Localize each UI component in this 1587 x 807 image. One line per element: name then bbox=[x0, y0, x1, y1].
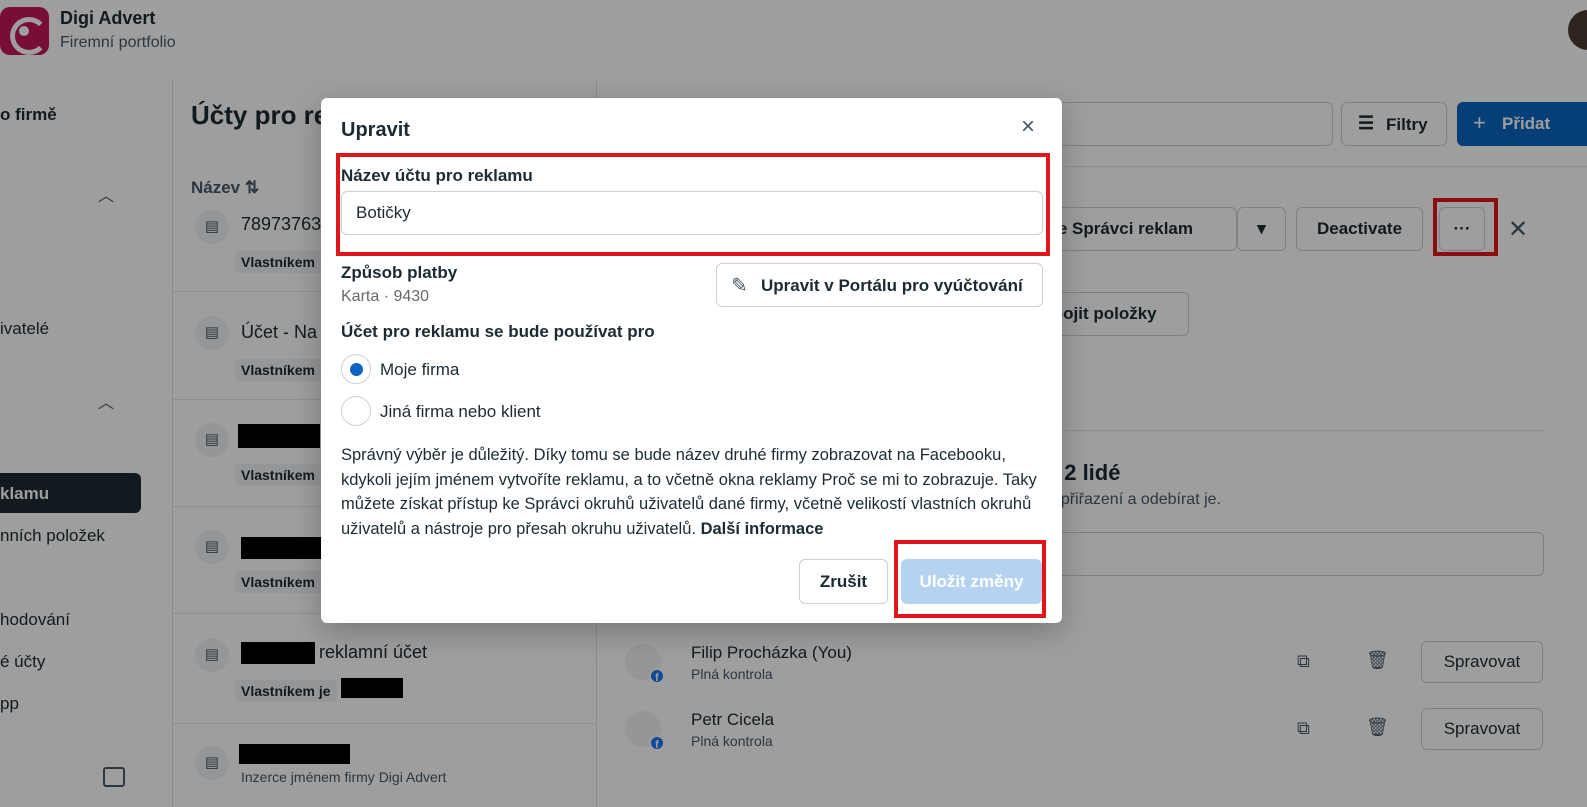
payment-method-label: Způsob platby bbox=[341, 263, 458, 282]
learn-more-link[interactable]: Další informace bbox=[701, 520, 824, 538]
billing-portal-label: Upravit v Portálu pro vyúčtování bbox=[761, 276, 1023, 295]
radio-other-business-label[interactable]: Jiná firma nebo klient bbox=[380, 402, 541, 422]
highlight-box bbox=[336, 153, 1050, 256]
billing-portal-button[interactable]: ✎ Upravit v Portálu pro vyúčtování bbox=[716, 263, 1043, 307]
radio-my-business[interactable] bbox=[341, 354, 371, 384]
payment-card: Karta · 9430 bbox=[341, 288, 430, 305]
pencil-icon: ✎ bbox=[731, 275, 748, 297]
radio-my-business-label[interactable]: Moje firma bbox=[380, 360, 459, 380]
close-icon[interactable]: × bbox=[1016, 115, 1040, 140]
usage-label: Účet pro reklamu se bude používat pro bbox=[341, 322, 655, 341]
cancel-button[interactable]: Zrušit bbox=[799, 559, 888, 604]
dialog-title: Upravit bbox=[341, 119, 410, 141]
highlight-box bbox=[894, 540, 1046, 618]
info-text: Správný výběr je důležitý. Díky tomu se … bbox=[341, 443, 1051, 541]
radio-other-business[interactable] bbox=[341, 396, 371, 426]
edit-ad-account-dialog: Upravit × Název účtu pro reklamu Způsob … bbox=[321, 98, 1062, 623]
info-body: Správný výběr je důležitý. Díky tomu se … bbox=[341, 446, 1037, 538]
